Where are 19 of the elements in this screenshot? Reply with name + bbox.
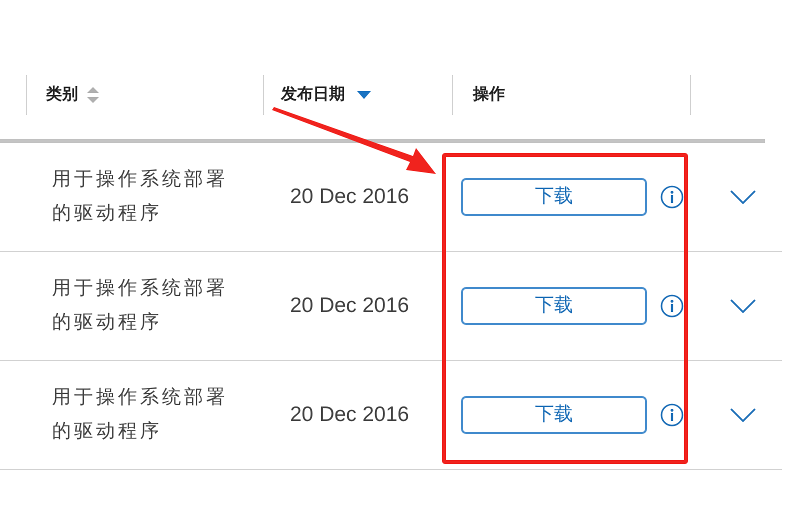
- category-text: 用于操作系统部署的驱动程序: [52, 168, 229, 226]
- info-icon[interactable]: [660, 403, 684, 427]
- date-text: 20 Dec 2016: [290, 185, 410, 208]
- column-header[interactable]: 操作: [473, 83, 505, 107]
- chevron-down-icon[interactable]: [730, 408, 756, 422]
- chevron-down-icon[interactable]: [730, 299, 756, 313]
- info-icon[interactable]: [660, 185, 684, 209]
- date-text: 20 Dec 2016: [290, 294, 410, 318]
- download-button[interactable]: 下载: [461, 178, 647, 216]
- download-button[interactable]: 下载: [461, 287, 647, 325]
- download-button[interactable]: 下载: [461, 396, 647, 434]
- column-header[interactable]: 类别: [46, 83, 78, 107]
- sort-descending-icon[interactable]: [357, 90, 371, 100]
- chevron-down-icon[interactable]: [730, 190, 756, 204]
- category-text: 用于操作系统部署的驱动程序: [52, 386, 229, 444]
- column-header[interactable]: 发布日期: [281, 83, 345, 107]
- date-text: 20 Dec 2016: [290, 403, 410, 426]
- category-text: 用于操作系统部署的驱动程序: [52, 277, 229, 335]
- info-icon[interactable]: [660, 294, 684, 318]
